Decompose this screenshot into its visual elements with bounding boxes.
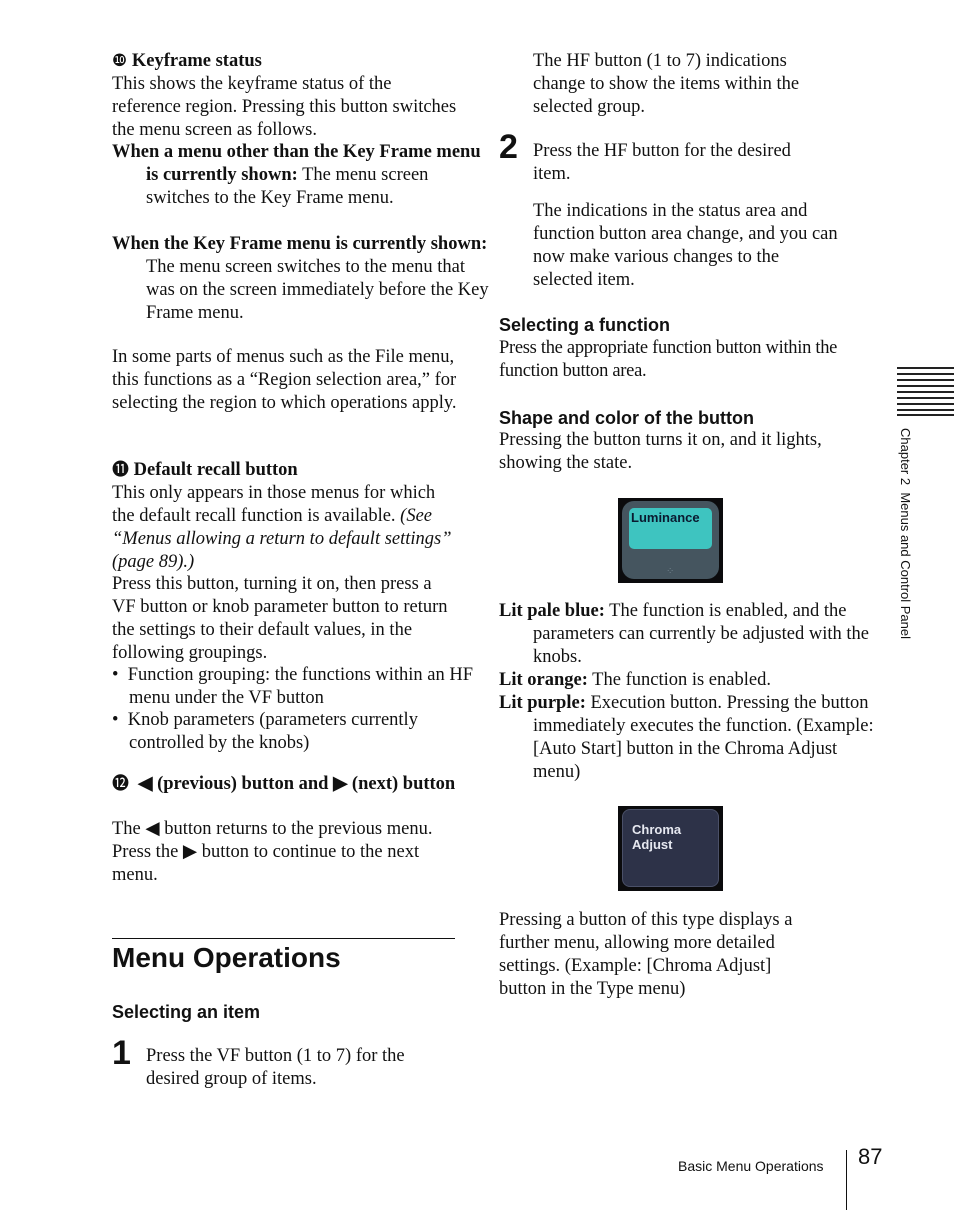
item12-title: ◀ (previous) button and ▶ (next) button	[138, 774, 456, 794]
manual-page: ❿ Keyframe status This shows the keyfram…	[0, 0, 954, 1212]
item11-title: Default recall button	[133, 460, 298, 480]
definition: The menu screen switches to the menu tha…	[146, 256, 489, 323]
dots-icon: ⁘	[666, 566, 675, 577]
selecting-function-text: Press the appropriate function button wi…	[499, 338, 838, 381]
subheading-selecting-function: Selecting a function	[499, 315, 671, 335]
item10-case2: When the Key Frame menu is currently sho…	[112, 233, 491, 325]
term: When the Key Frame menu is currently sho…	[112, 234, 488, 254]
item10-heading: ❿ Keyframe status	[112, 50, 457, 73]
text: Knob parameters (parameters currently co…	[127, 710, 418, 753]
subheading-shape-color: Shape and color of the button	[499, 408, 754, 428]
item11-p1: This only appears in those menus for whi…	[112, 482, 457, 574]
circled-number-11: ⓫	[112, 460, 129, 480]
section-title: Menu Operations	[112, 942, 341, 973]
chapter-side-label: Chapter 2 Menus and Control Panel	[898, 428, 913, 640]
text: Function grouping: the functions within …	[127, 665, 474, 708]
item10-intro: This shows the keyframe status of the re…	[112, 74, 457, 140]
item11-p2: Press this button, turning it on, then p…	[112, 574, 448, 663]
term: Lit pale blue:	[499, 601, 605, 621]
lit-orange: Lit orange: The function is enabled.	[499, 669, 878, 692]
subheading-selecting-item: Selecting an item	[112, 1002, 261, 1022]
page-number: 87	[858, 1144, 883, 1169]
chroma-label: Chroma	[632, 822, 682, 837]
item10-case1: When a menu other than the Key Frame men…	[112, 141, 491, 210]
definition: The function is enabled.	[587, 670, 771, 690]
luminance-button-image: Luminance ⁘	[618, 498, 723, 583]
lit-pale-blue: Lit pale blue: The function is enabled, …	[499, 600, 878, 669]
footer-divider	[846, 1150, 847, 1210]
footer-section: Basic Menu Operations	[678, 1158, 824, 1174]
step-number-2: 2	[499, 128, 518, 166]
item12-heading: ⓬ ◀ (previous) button and ▶ (next) butto…	[112, 773, 491, 796]
circled-number-12: ⓬	[112, 774, 129, 794]
bullet-item: • Function grouping: the functions withi…	[112, 665, 474, 708]
lit-purple: Lit purple: Execution button. Pressing t…	[499, 692, 878, 784]
step1-note: The HF button (1 to 7) indications chang…	[533, 51, 800, 117]
text: This only appears in those menus for whi…	[112, 483, 436, 526]
luminance-label: Luminance	[631, 510, 700, 525]
step2-text: Press the HF button for the desired item…	[533, 141, 791, 184]
step1-text: Press the VF button (1 to 7) for the des…	[146, 1046, 405, 1089]
final-paragraph: Pressing a button of this type displays …	[499, 910, 793, 999]
item11-heading: ⓫ Default recall button	[112, 459, 457, 482]
step-number-1: 1	[112, 1034, 131, 1072]
item10-note: In some parts of menus such as the File …	[112, 347, 457, 413]
step2-note: The indications in the status area and f…	[533, 201, 838, 290]
bullet-item: • Knob parameters (parameters currently …	[112, 710, 418, 753]
section-rule	[112, 938, 455, 939]
term: Lit purple:	[499, 693, 586, 713]
circled-number-10: ❿	[112, 51, 128, 71]
item10-title: Keyframe status	[131, 51, 262, 71]
shape-color-text: Pressing the button turns it on, and it …	[499, 430, 822, 473]
adjust-label: Adjust	[632, 837, 673, 852]
item12-text: The ◀ button returns to the previous men…	[112, 819, 433, 885]
chroma-adjust-button-image: Chroma Adjust	[618, 806, 723, 891]
term: Lit orange:	[499, 670, 588, 690]
